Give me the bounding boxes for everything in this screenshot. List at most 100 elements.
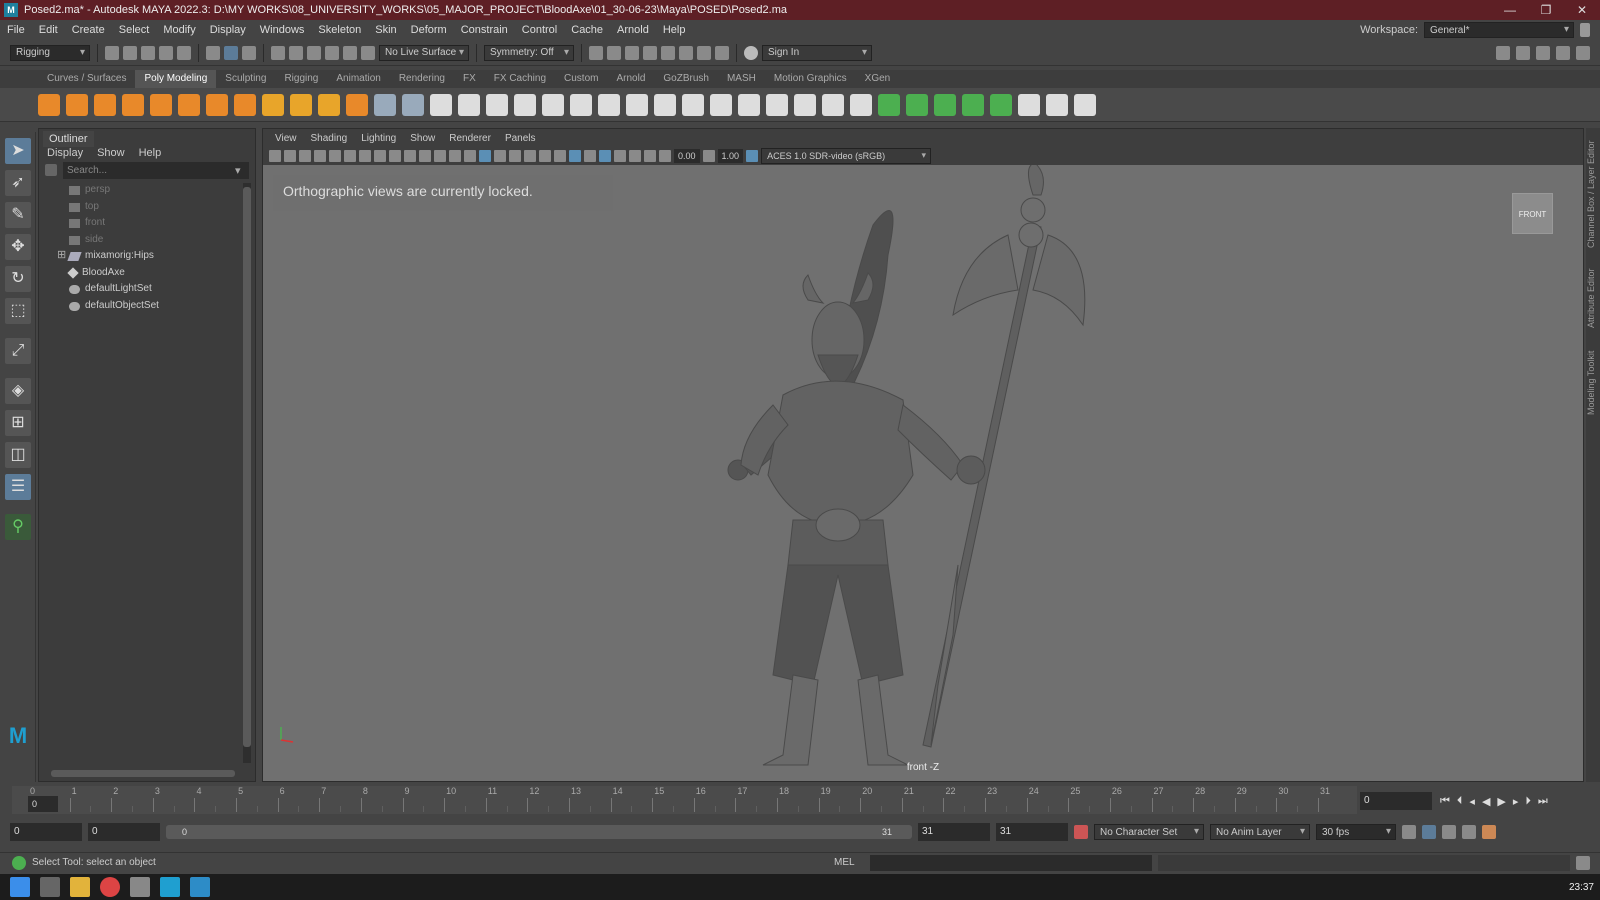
smooth-shade-icon[interactable] [479,150,491,162]
animation-prefs-icon[interactable] [1482,825,1496,839]
scene-start-field[interactable]: 0 [10,823,82,841]
playback-end-field[interactable]: 31 [918,823,990,841]
four-view-layout-icon[interactable]: ⊞ [5,410,31,436]
image-plane-icon[interactable] [314,150,326,162]
tab-poly-modeling[interactable]: Poly Modeling [135,70,217,88]
anti-aliasing-icon[interactable] [569,150,581,162]
exposure-icon[interactable] [659,150,671,162]
script-editor-icon[interactable] [1576,855,1590,870]
symmetry-dropdown[interactable]: Symmetry: Off [484,44,574,61]
2d-pan-zoom-icon[interactable] [329,150,341,162]
resolution-gate-icon[interactable] [389,150,401,162]
playback-speed-icon[interactable] [1462,825,1476,839]
menu-file[interactable]: File [0,24,32,36]
textured-icon[interactable] [509,150,521,162]
tab-fx[interactable]: FX [454,70,485,88]
layer-editor-toggle-icon[interactable] [1576,45,1590,60]
field-chart-icon[interactable] [419,150,431,162]
tab-arnold[interactable]: Arnold [607,70,654,88]
menu-modify[interactable]: Modify [156,24,202,36]
command-line-input[interactable] [870,854,1152,871]
select-hierarchy-icon[interactable] [206,45,220,60]
append-icon[interactable] [682,93,704,116]
safe-action-icon[interactable] [434,150,446,162]
uv-editor-icon[interactable] [990,93,1012,116]
sign-in-dropdown[interactable]: Sign In [762,44,872,61]
viewport-menu-panels[interactable]: Panels [499,133,542,144]
tab-mash[interactable]: MASH [718,70,765,88]
tab-xgen[interactable]: XGen [856,70,900,88]
close-button[interactable]: ✕ [1564,3,1600,17]
go-to-start-icon[interactable]: ⏮ [1440,795,1450,808]
poly-cone-icon[interactable] [122,93,144,116]
render-setup-icon[interactable] [679,45,693,60]
character-model[interactable] [263,165,1583,781]
poly-cube-icon[interactable] [66,93,88,116]
tab-rendering[interactable]: Rendering [390,70,454,88]
minimize-button[interactable]: — [1492,3,1528,17]
file-explorer-icon[interactable] [70,877,90,897]
character-set-dropdown[interactable]: No Character Set [1094,824,1204,840]
outliner-item-bloodaxe[interactable]: BloodAxe [67,265,125,281]
select-object-icon[interactable] [224,45,238,60]
undo-icon[interactable] [159,45,173,60]
snap-center-icon[interactable] [361,45,375,60]
outliner-search-input[interactable]: Search... [63,162,249,179]
time-slider-current-marker[interactable]: 0 [28,796,58,812]
xray-joints-icon[interactable] [629,150,641,162]
merge-icon[interactable] [738,93,760,116]
tab-custom[interactable]: Custom [555,70,607,88]
tab-sculpting[interactable]: Sculpting [216,70,275,88]
save-scene-icon[interactable] [141,45,155,60]
chrome-icon[interactable] [100,877,120,897]
tab-curves-surfaces[interactable]: Curves / Surfaces [38,70,135,88]
menu-cache[interactable]: Cache [564,24,610,36]
snap-curve-icon[interactable] [289,45,303,60]
retopologize-icon[interactable] [570,93,592,116]
viewport-menu-renderer[interactable]: Renderer [443,133,497,144]
outliner-item-front[interactable]: front [69,215,105,231]
menu-arnold[interactable]: Arnold [610,24,656,36]
current-frame-field[interactable]: 0 [1360,792,1432,810]
select-tool-icon[interactable]: ➤ [5,138,31,164]
workspace-dropdown[interactable]: General* [1424,22,1574,38]
poly-disc-icon[interactable] [206,93,228,116]
maximize-button[interactable]: ❐ [1528,3,1564,17]
menu-control[interactable]: Control [515,24,564,36]
uv-planar-icon[interactable] [878,93,900,116]
booleans-icon[interactable] [514,93,536,116]
cache-playback-icon[interactable] [1422,825,1436,839]
outliner-item-default-object-set[interactable]: defaultObjectSet [69,298,159,314]
depth-of-field-icon[interactable] [584,150,596,162]
outliner-layout-icon[interactable]: ☰ [5,474,31,500]
ipr-render-icon[interactable] [625,45,639,60]
viewport-canvas[interactable]: Orthographic views are currently locked.… [263,165,1583,781]
outliner-item-persp[interactable]: persp [69,182,110,198]
remesh-icon[interactable] [542,93,564,116]
snap-point-icon[interactable] [307,45,321,60]
wireframe-icon[interactable] [464,150,476,162]
step-back-frame-icon[interactable]: ◂ [1469,795,1475,808]
menu-help[interactable]: Help [656,24,693,36]
viewport-menu-view[interactable]: View [269,133,303,144]
light-editor-icon[interactable] [697,45,711,60]
attribute-editor-toggle-icon[interactable] [1516,45,1530,60]
filter-icon[interactable] [45,164,57,176]
app-icon[interactable] [130,877,150,897]
grease-pencil-icon[interactable] [344,150,356,162]
svg-icon[interactable] [346,93,368,116]
sound-icon[interactable] [1442,825,1456,839]
isolate-select-icon[interactable] [599,150,611,162]
xray-icon[interactable] [614,150,626,162]
screen-space-ao-icon[interactable] [554,150,566,162]
fps-dropdown[interactable]: 30 fps [1316,824,1396,840]
outliner-vertical-scrollbar[interactable] [243,183,251,763]
range-slider[interactable]: 0 31 [166,825,912,839]
uv-spherical-icon[interactable] [962,93,984,116]
mel-label[interactable]: MEL [834,857,864,868]
step-forward-frame-icon[interactable]: ▸ [1513,795,1519,808]
menuset-dropdown[interactable]: Rigging [10,44,90,61]
viewport-menu-shading[interactable]: Shading [305,133,354,144]
hypershade-icon[interactable] [661,45,675,60]
outliner-menu-help[interactable]: Help [139,145,162,161]
